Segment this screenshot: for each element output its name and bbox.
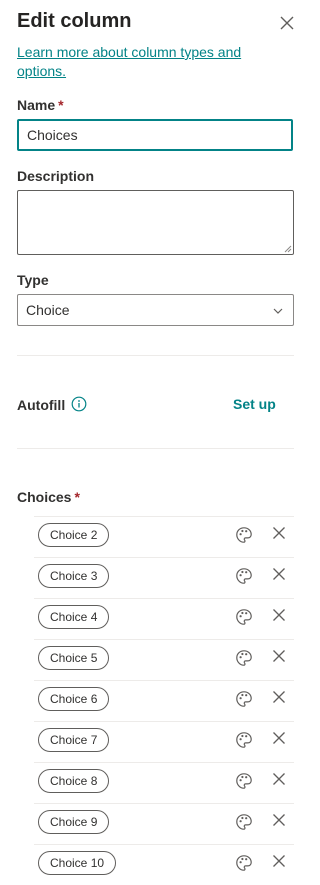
choice-row: Choice 8 — [34, 762, 294, 803]
description-input[interactable] — [17, 190, 294, 255]
remove-icon[interactable] — [271, 607, 287, 623]
panel-title: Edit column — [17, 10, 132, 32]
choice-pill[interactable]: Choice 6 — [38, 687, 110, 711]
divider — [17, 355, 294, 356]
choice-pill[interactable]: Choice 3 — [38, 564, 110, 588]
choice-row: Choice 9 — [34, 803, 294, 844]
choice-list: Choice 2 Choice 3 Choice 4 Choice 5 Choi… — [34, 516, 294, 885]
remove-icon[interactable] — [271, 689, 287, 705]
remove-icon[interactable] — [271, 853, 287, 869]
name-label-text: Name — [17, 97, 56, 113]
palette-icon[interactable] — [235, 731, 253, 749]
info-icon[interactable] — [71, 396, 87, 412]
choice-pill[interactable]: Choice 2 — [38, 523, 110, 547]
choice-row: Choice 3 — [34, 557, 294, 598]
chevron-down-icon — [273, 308, 283, 314]
learn-more-link[interactable]: Learn more about column types and option… — [17, 43, 267, 81]
divider — [17, 448, 294, 449]
choice-pill[interactable]: Choice 10 — [38, 851, 117, 875]
remove-icon[interactable] — [271, 771, 287, 787]
palette-icon[interactable] — [235, 690, 253, 708]
choice-row: Choice 6 — [34, 680, 294, 721]
remove-icon[interactable] — [271, 730, 287, 746]
choice-pill[interactable]: Choice 9 — [38, 810, 110, 834]
description-label: Description — [17, 168, 95, 184]
palette-icon[interactable] — [235, 854, 253, 872]
autofill-label: Autofill — [17, 397, 66, 413]
choice-pill[interactable]: Choice 4 — [38, 605, 110, 629]
choice-row: Choice 4 — [34, 598, 294, 639]
remove-icon[interactable] — [271, 648, 287, 664]
choice-row: Choice 5 — [34, 639, 294, 680]
choices-label-text: Choices — [17, 489, 72, 505]
close-icon[interactable] — [278, 14, 296, 32]
choice-pill[interactable]: Choice 7 — [38, 728, 110, 752]
palette-icon[interactable] — [235, 772, 253, 790]
choice-row: Choice 7 — [34, 721, 294, 762]
type-selected-value: Choice — [26, 302, 70, 318]
required-mark: * — [58, 97, 64, 113]
choice-row: Choice 2 — [34, 516, 294, 557]
palette-icon[interactable] — [235, 649, 253, 667]
palette-icon[interactable] — [235, 813, 253, 831]
choice-row: Choice 10 — [34, 844, 294, 885]
remove-icon[interactable] — [271, 525, 287, 541]
remove-icon[interactable] — [271, 566, 287, 582]
palette-icon[interactable] — [235, 567, 253, 585]
name-label: Name * — [17, 97, 64, 113]
choice-pill[interactable]: Choice 5 — [38, 646, 110, 670]
type-label: Type — [17, 272, 49, 288]
palette-icon[interactable] — [235, 526, 253, 544]
choice-pill[interactable]: Choice 8 — [38, 769, 110, 793]
name-input[interactable] — [17, 119, 293, 151]
remove-icon[interactable] — [271, 812, 287, 828]
autofill-setup-button[interactable]: Set up — [233, 396, 276, 412]
required-mark: * — [74, 489, 80, 505]
palette-icon[interactable] — [235, 608, 253, 626]
type-dropdown[interactable]: Choice — [17, 294, 294, 326]
choices-label: Choices * — [17, 489, 80, 505]
